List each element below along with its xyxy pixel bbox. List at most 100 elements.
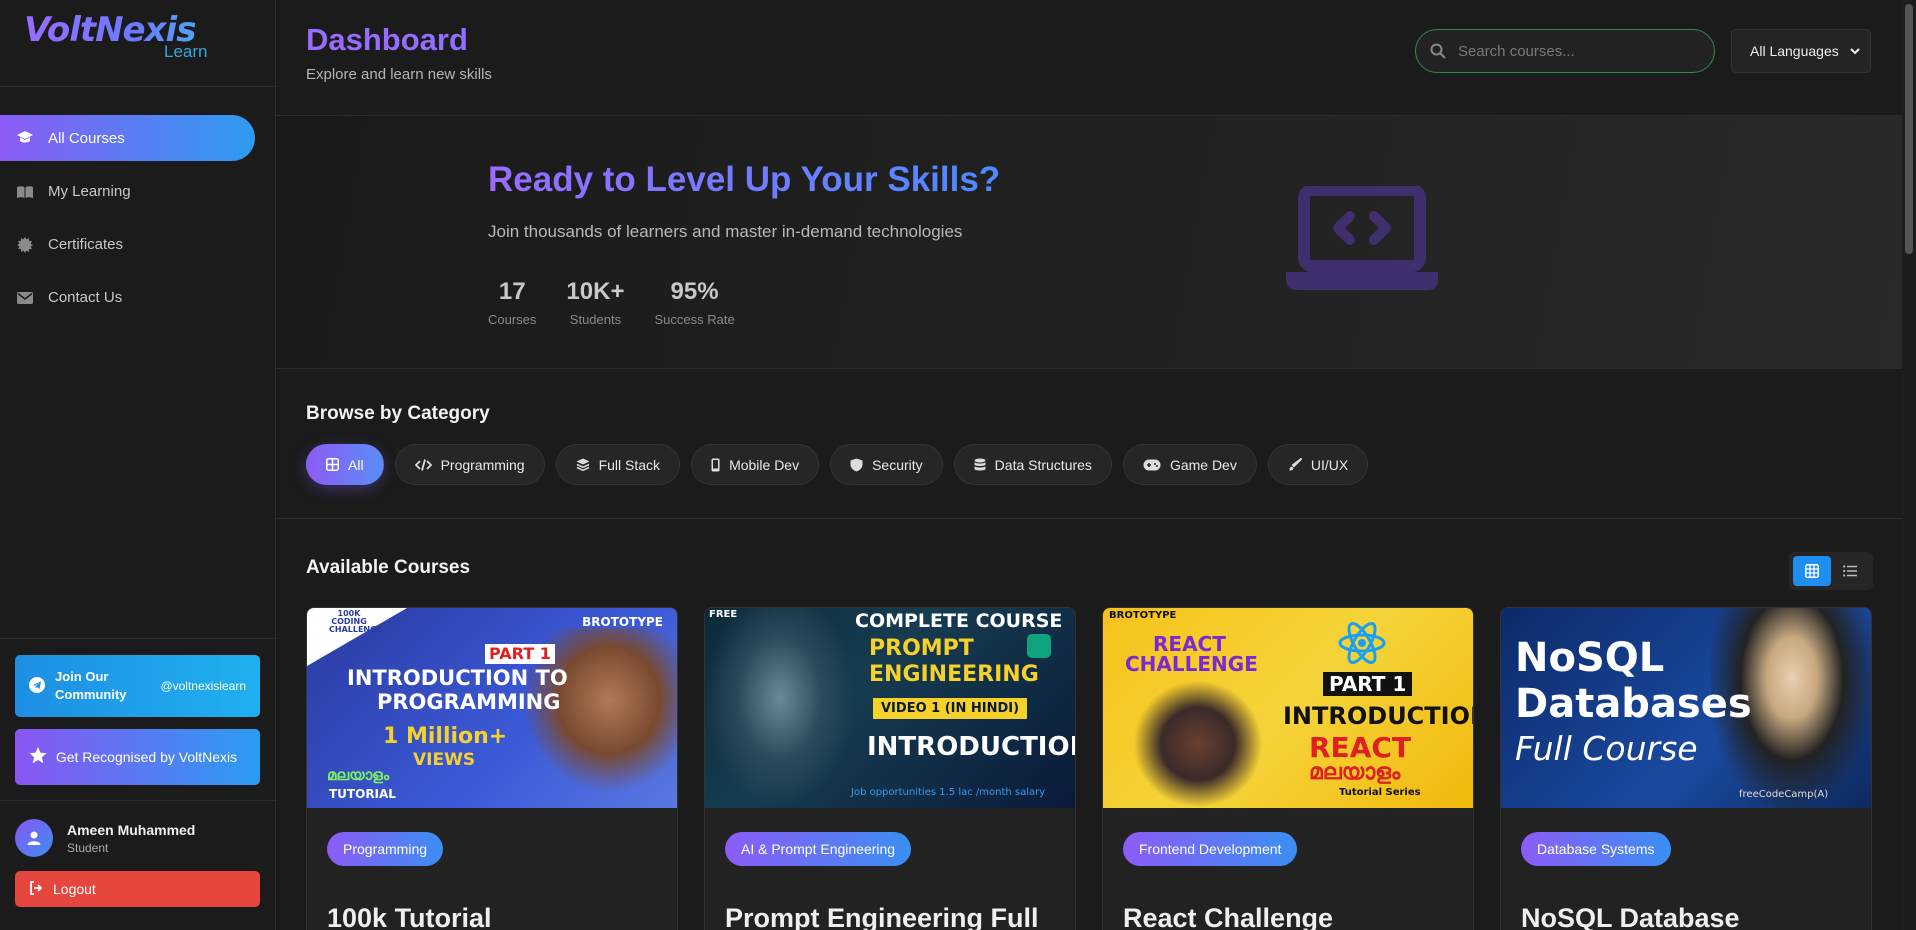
course-thumbnail: 100K CODING CHALLENGE BROTOTYPE PART 1 I… xyxy=(307,608,677,808)
course-card[interactable]: FREE COMPLETE COURSE PROMPT ENGINEERING … xyxy=(704,607,1076,930)
language-select-value: All Languages xyxy=(1750,43,1839,59)
thumb-line: INTRODUCTION TO xyxy=(347,666,568,690)
category-chip-security[interactable]: Security xyxy=(830,444,943,485)
logout-button[interactable]: Logout xyxy=(15,871,260,907)
thumb-corner-text: FREE xyxy=(709,609,738,620)
course-thumbnail: BROTOTYPE REACT CHALLENGE PART 1 INTRODU… xyxy=(1103,608,1473,808)
thumb-brand: BROTOTYPE xyxy=(582,615,663,629)
sidebar-item-label: Certificates xyxy=(48,236,124,253)
thumb-line: 1 Million+ xyxy=(383,724,508,749)
thumb-line: Tutorial Series xyxy=(1339,787,1421,798)
stat-value: 10K+ xyxy=(566,278,625,305)
thumb-line: REACT xyxy=(1153,632,1226,656)
thumb-line: VIEWS xyxy=(413,750,476,770)
category-chip-mobile-dev[interactable]: Mobile Dev xyxy=(691,444,820,485)
course-category-tag: Programming xyxy=(327,832,444,866)
stat-success-rate: 95% Success Rate xyxy=(654,278,734,327)
page-scrollbar[interactable] xyxy=(1902,0,1916,930)
category-chip-data-structures[interactable]: Data Structures xyxy=(953,444,1112,485)
logout-label: Logout xyxy=(53,881,96,897)
react-logo-icon xyxy=(1337,618,1387,668)
thumb-corner-text: 100K CODING CHALLENGE xyxy=(329,609,383,634)
courses-section-title: Available Courses xyxy=(306,557,471,578)
view-toggle xyxy=(1789,552,1873,590)
join-community-button[interactable]: Join Our Community @voltnexislearn xyxy=(15,655,260,717)
thumb-line: PROMPT xyxy=(869,636,974,661)
graduation-cap-icon xyxy=(16,129,34,147)
thumb-badge: PART 1 xyxy=(485,644,555,664)
thumb-line: Full Course xyxy=(1515,729,1698,768)
stat-value: 95% xyxy=(670,278,719,305)
course-category-tag: Database Systems xyxy=(1521,832,1671,866)
envelope-icon xyxy=(16,289,34,307)
grid-icon xyxy=(1805,564,1819,578)
grid-icon xyxy=(326,458,339,471)
sidebar-promos: Join Our Community @voltnexislearn Get R… xyxy=(0,638,275,785)
grid-view-button[interactable] xyxy=(1793,556,1831,586)
telegram-icon xyxy=(29,676,45,696)
sidebar: VoltNexis Learn All Courses My Learning xyxy=(0,0,276,930)
language-select[interactable]: All Languages xyxy=(1731,29,1871,73)
get-recognised-button[interactable]: Get Recognised by VoltNexis xyxy=(15,729,260,785)
thumb-line: CHALLENGE xyxy=(1125,652,1258,676)
hero-subtitle: Join thousands of learners and master in… xyxy=(488,222,963,241)
thumb-line: മലയാളം xyxy=(327,766,390,784)
thumb-brand: BROTOTYPE xyxy=(1109,610,1177,621)
category-chip-ui-ux[interactable]: UI/UX xyxy=(1267,444,1369,485)
thumb-line: PROGRAMMING xyxy=(377,690,561,714)
chip-label: All xyxy=(348,456,364,473)
course-title: Prompt Engineering Full xyxy=(725,903,1039,930)
category-chip-programming[interactable]: Programming xyxy=(394,444,545,485)
thumb-line: TUTORIAL xyxy=(329,787,396,801)
user-name: Ameen Muhammed xyxy=(67,821,196,838)
scrollbar-thumb[interactable] xyxy=(1905,4,1913,254)
course-card[interactable]: BROTOTYPE REACT CHALLENGE PART 1 INTRODU… xyxy=(1102,607,1474,930)
chip-label: Mobile Dev xyxy=(729,456,800,473)
gamepad-icon xyxy=(1143,459,1161,471)
chip-label: Game Dev xyxy=(1169,456,1237,473)
sidebar-item-label: Contact Us xyxy=(48,289,123,306)
course-card[interactable]: 100K CODING CHALLENGE BROTOTYPE PART 1 I… xyxy=(306,607,678,930)
category-chip-all[interactable]: All xyxy=(306,444,384,485)
search-icon xyxy=(1430,43,1446,59)
sidebar-item-my-learning[interactable]: My Learning xyxy=(0,169,255,214)
top-bar: Dashboard Explore and learn new skills A… xyxy=(276,0,1916,116)
stat-courses: 17 Courses xyxy=(488,278,536,327)
paintbrush-icon xyxy=(1288,457,1302,472)
user-icon xyxy=(27,831,41,845)
thumb-line: NoSQL xyxy=(1515,635,1665,681)
user-profile[interactable]: Ameen Muhammed Student xyxy=(15,819,260,857)
search-input[interactable] xyxy=(1458,42,1688,60)
chip-label: Data Structures xyxy=(994,456,1092,473)
sidebar-item-all-courses[interactable]: All Courses xyxy=(0,115,255,161)
category-section-title: Browse by Category xyxy=(306,403,490,424)
sidebar-item-certificates[interactable]: Certificates xyxy=(0,222,255,267)
sidebar-item-contact-us[interactable]: Contact Us xyxy=(0,275,255,320)
user-area: Ameen Muhammed Student Logout xyxy=(0,800,275,907)
thumb-line: Databases xyxy=(1515,681,1752,727)
robot-image xyxy=(705,608,855,808)
course-card[interactable]: NoSQL Databases Full Course freeCodeCamp… xyxy=(1500,607,1872,930)
list-view-button[interactable] xyxy=(1831,556,1869,586)
category-chip-game-dev[interactable]: Game Dev xyxy=(1122,444,1257,485)
logout-icon xyxy=(29,880,43,898)
layers-icon xyxy=(576,458,590,472)
course-category-tag: AI & Prompt Engineering xyxy=(725,832,912,866)
category-chip-full-stack[interactable]: Full Stack xyxy=(555,444,681,485)
thumb-badge: PART 1 xyxy=(1323,672,1413,696)
stat-label: Students xyxy=(569,312,622,327)
brand-logo[interactable]: VoltNexis Learn xyxy=(0,0,275,87)
thumb-line: Job opportunities 1.5 lac /month salary xyxy=(851,787,1046,798)
thumb-line: ENGINEERING xyxy=(869,662,1039,687)
course-thumbnail: NoSQL Databases Full Course freeCodeCamp… xyxy=(1501,608,1871,808)
course-thumbnail: FREE COMPLETE COURSE PROMPT ENGINEERING … xyxy=(705,608,1075,808)
chatgpt-logo-icon xyxy=(1027,634,1051,658)
category-chips: All Programming Full Stack Mobile Dev Se… xyxy=(306,444,1886,485)
search-box[interactable] xyxy=(1415,29,1715,73)
stat-label: Courses xyxy=(488,312,537,327)
thumb-line: VIDEO 1 (IN HINDI) xyxy=(873,698,1028,719)
thumb-line: REACT xyxy=(1309,731,1412,764)
course-title: NoSQL Database xyxy=(1521,903,1740,930)
join-community-label: Join Our Community xyxy=(55,669,127,702)
stat-label: Success Rate xyxy=(654,312,735,327)
